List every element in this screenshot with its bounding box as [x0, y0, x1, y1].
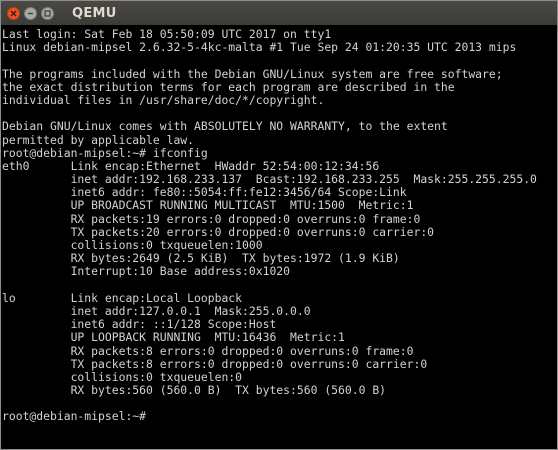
terminal-line: root@debian-mipsel:~# [2, 409, 147, 424]
terminal-line: Interrupt:10 Base address:0x1020 [2, 264, 291, 279]
terminal-output[interactable]: Last login: Sat Feb 18 05:50:09 UTC 2017… [2, 28, 557, 449]
terminal-line: the exact distribution terms for each pr… [2, 79, 455, 94]
terminal-line: lo Link encap:Local Loopback [2, 290, 243, 305]
terminal-line: Linux debian-mipsel 2.6.32-5-4kc-malta #… [2, 40, 517, 55]
terminal-line: permitted by applicable law. [2, 132, 195, 147]
terminal-line: Debian GNU/Linux comes with ABSOLUTELY N… [2, 119, 448, 134]
terminal-line: TX packets:8 errors:0 dropped:0 overruns… [2, 356, 428, 371]
minimize-button[interactable] [24, 6, 37, 20]
terminal-line: RX packets:8 errors:0 dropped:0 overruns… [2, 343, 414, 358]
terminal-line: UP BROADCAST RUNNING MULTICAST MTU:1500 … [2, 198, 414, 213]
minimize-icon [28, 12, 33, 14]
title-bar[interactable]: QEMU [1, 1, 557, 25]
maximize-button[interactable] [41, 6, 54, 20]
terminal-line: The programs included with the Debian GN… [2, 66, 503, 81]
terminal-line: UP LOOPBACK RUNNING MTU:16436 Metric:1 [2, 330, 345, 345]
terminal-line: RX packets:19 errors:0 dropped:0 overrun… [2, 211, 421, 226]
maximize-icon [44, 9, 51, 17]
terminal-line: root@debian-mipsel:~# ifconfig [2, 145, 208, 160]
terminal-line: individual files in /usr/share/doc/*/cop… [2, 92, 325, 107]
qemu-window: QEMU Last login: Sat Feb 18 05:50:09 UTC… [0, 0, 558, 450]
window-title: QEMU [72, 5, 117, 21]
terminal-line: RX bytes:560 (560.0 B) TX bytes:560 (560… [2, 383, 387, 398]
close-button[interactable] [7, 6, 20, 20]
close-icon [10, 10, 17, 16]
